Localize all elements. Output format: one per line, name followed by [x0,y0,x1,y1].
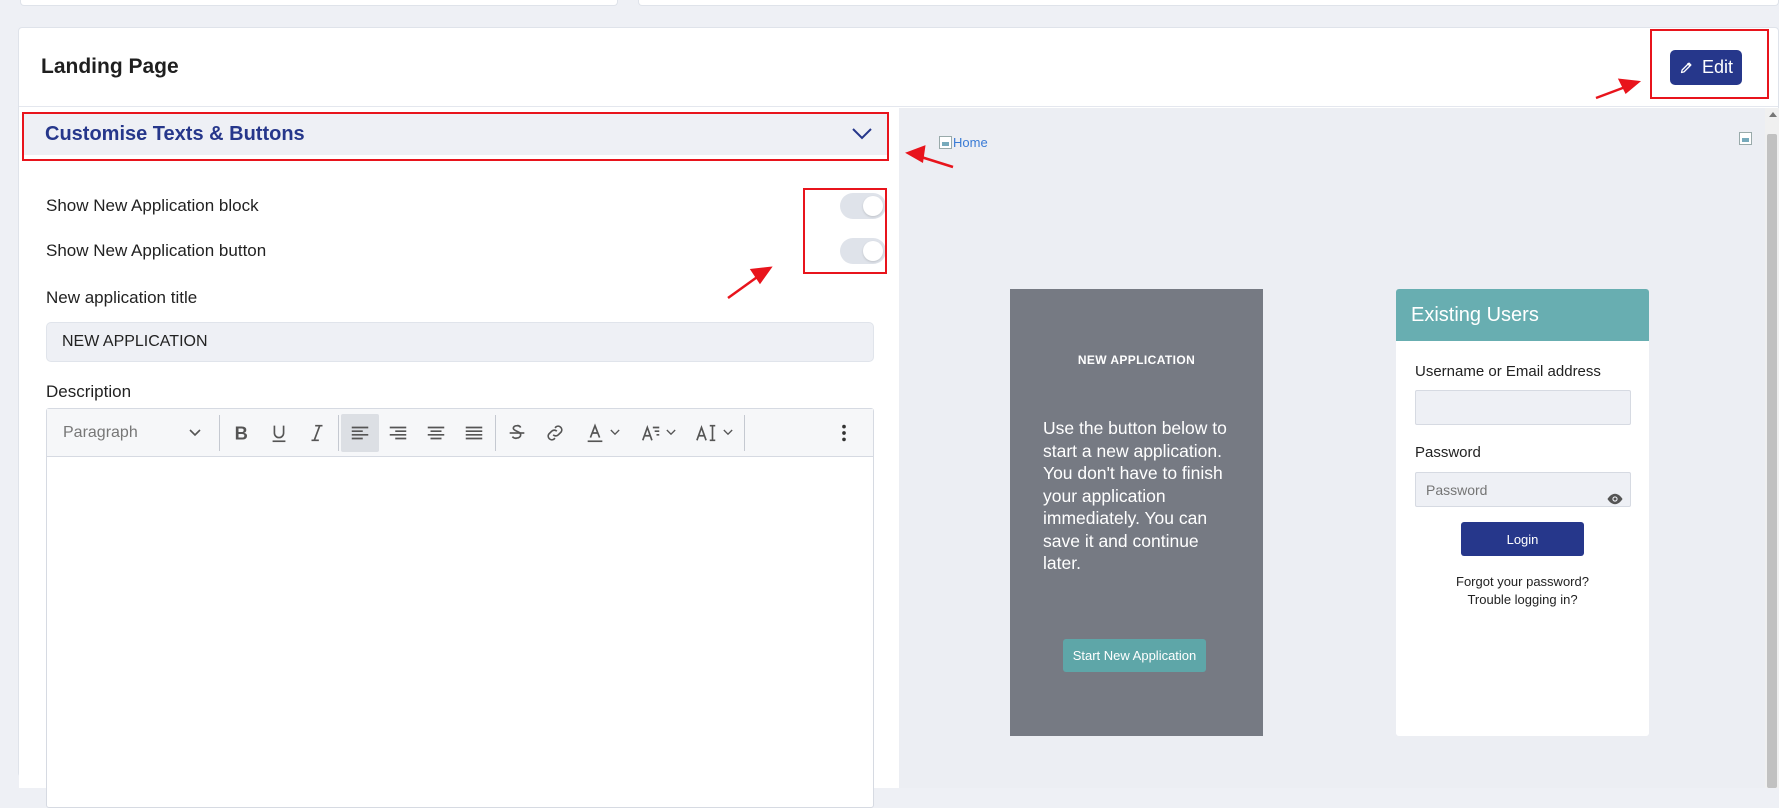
customise-accordion-header[interactable]: Customise Texts & Buttons [23,113,887,155]
editor-toolbar: Paragraph B [47,409,873,457]
edit-button-label: Edit [1701,57,1734,77]
align-justify-button[interactable] [455,414,493,452]
home-link-text: Home [953,135,988,150]
new-application-block-toggle[interactable] [840,193,886,219]
link-button[interactable] [536,414,574,452]
eye-icon[interactable] [1606,490,1624,508]
customise-panel: Customise Texts & Buttons Show New Appli… [19,108,899,808]
toggle-knob [863,196,883,216]
home-link[interactable]: Home [939,135,988,150]
toggle-row-new-application-button: Show New Application button [46,238,886,264]
forgot-password-link[interactable]: Forgot your password? [1396,574,1649,589]
toggle-knob [863,241,883,261]
align-left-button[interactable] [341,413,379,452]
landing-page-preview: Home NEW APPLICATION Use the button belo… [899,108,1779,788]
top-card-right [638,0,1779,6]
broken-image-icon [1739,132,1752,145]
bold-icon: B [235,422,248,443]
existing-users-title: Existing Users [1396,289,1649,341]
toggle-row-new-application-block: Show New Application block [46,193,886,219]
landing-page-card: Landing Page Edit Customise Texts & Butt… [18,27,1779,808]
new-application-description: Use the button below to start a new appl… [1043,418,1227,573]
align-right-button[interactable] [379,414,417,452]
align-center-button[interactable] [417,414,455,452]
underline-button[interactable] [260,414,298,452]
toolbar-divider [219,414,220,451]
scroll-up-arrow-icon[interactable] [1769,112,1777,117]
italic-icon [311,424,323,441]
new-application-title-input[interactable] [46,322,874,362]
font-color-icon [587,422,603,442]
start-new-application-button[interactable]: Start New Application [1063,639,1206,672]
bold-button[interactable]: B [222,414,260,452]
toggle-label: Show New Application button [46,241,267,260]
strikethrough-icon [509,424,525,439]
password-input[interactable] [1415,472,1631,507]
align-left-icon [351,426,369,439]
existing-users-card: Existing Users Username or Email address… [1396,289,1649,736]
trouble-logging-in-link[interactable]: Trouble logging in? [1396,592,1649,607]
broken-image-icon [939,136,952,149]
card-header: Landing Page Edit [19,28,1778,107]
description-editor: Paragraph B [46,408,874,808]
chevron-down-icon [852,128,872,140]
customise-section-title: Customise Texts & Buttons [45,122,305,145]
paragraph-style-dropdown[interactable]: Paragraph [47,409,217,456]
edit-button[interactable]: Edit [1670,50,1742,85]
strikethrough-button[interactable] [498,414,536,452]
preview-scrollbar[interactable] [1765,108,1779,788]
toolbar-divider [495,414,496,451]
toggle-label: Show New Application block [46,196,259,215]
password-label: Password [1415,444,1481,461]
italic-button[interactable] [298,414,336,452]
username-input[interactable] [1415,390,1631,425]
more-options-button[interactable] [825,414,863,452]
chevron-down-icon [189,428,201,436]
align-center-icon [427,426,445,439]
top-card-left [20,0,618,6]
more-vertical-icon [842,424,846,442]
chevron-down-icon [723,429,733,436]
align-right-icon [389,426,407,439]
pencil-icon [1680,62,1692,74]
font-color-dropdown[interactable] [574,414,630,452]
username-label: Username or Email address [1415,363,1601,380]
scroll-thumb[interactable] [1767,134,1777,788]
new-application-title-label: New application title [46,288,198,307]
underline-icon [272,425,286,442]
link-icon [547,424,563,441]
new-application-block: NEW APPLICATION Use the button below to … [1010,289,1263,736]
new-application-block-title: NEW APPLICATION [1077,353,1196,367]
chevron-down-icon [666,429,676,436]
new-application-button-toggle[interactable] [840,238,886,264]
toolbar-divider [744,414,745,451]
svg-text:B: B [235,422,248,443]
chevron-down-icon [610,429,620,436]
page-title: Landing Page [41,55,179,78]
toolbar-divider [338,414,339,451]
font-background-icon [641,424,660,441]
description-label: Description [46,382,132,401]
font-background-dropdown[interactable] [630,414,686,452]
paragraph-style-value: Paragraph [63,423,138,441]
align-justify-icon [465,426,483,439]
font-size-icon [696,424,716,441]
font-size-dropdown[interactable] [686,414,742,452]
login-button[interactable]: Login [1461,522,1584,556]
